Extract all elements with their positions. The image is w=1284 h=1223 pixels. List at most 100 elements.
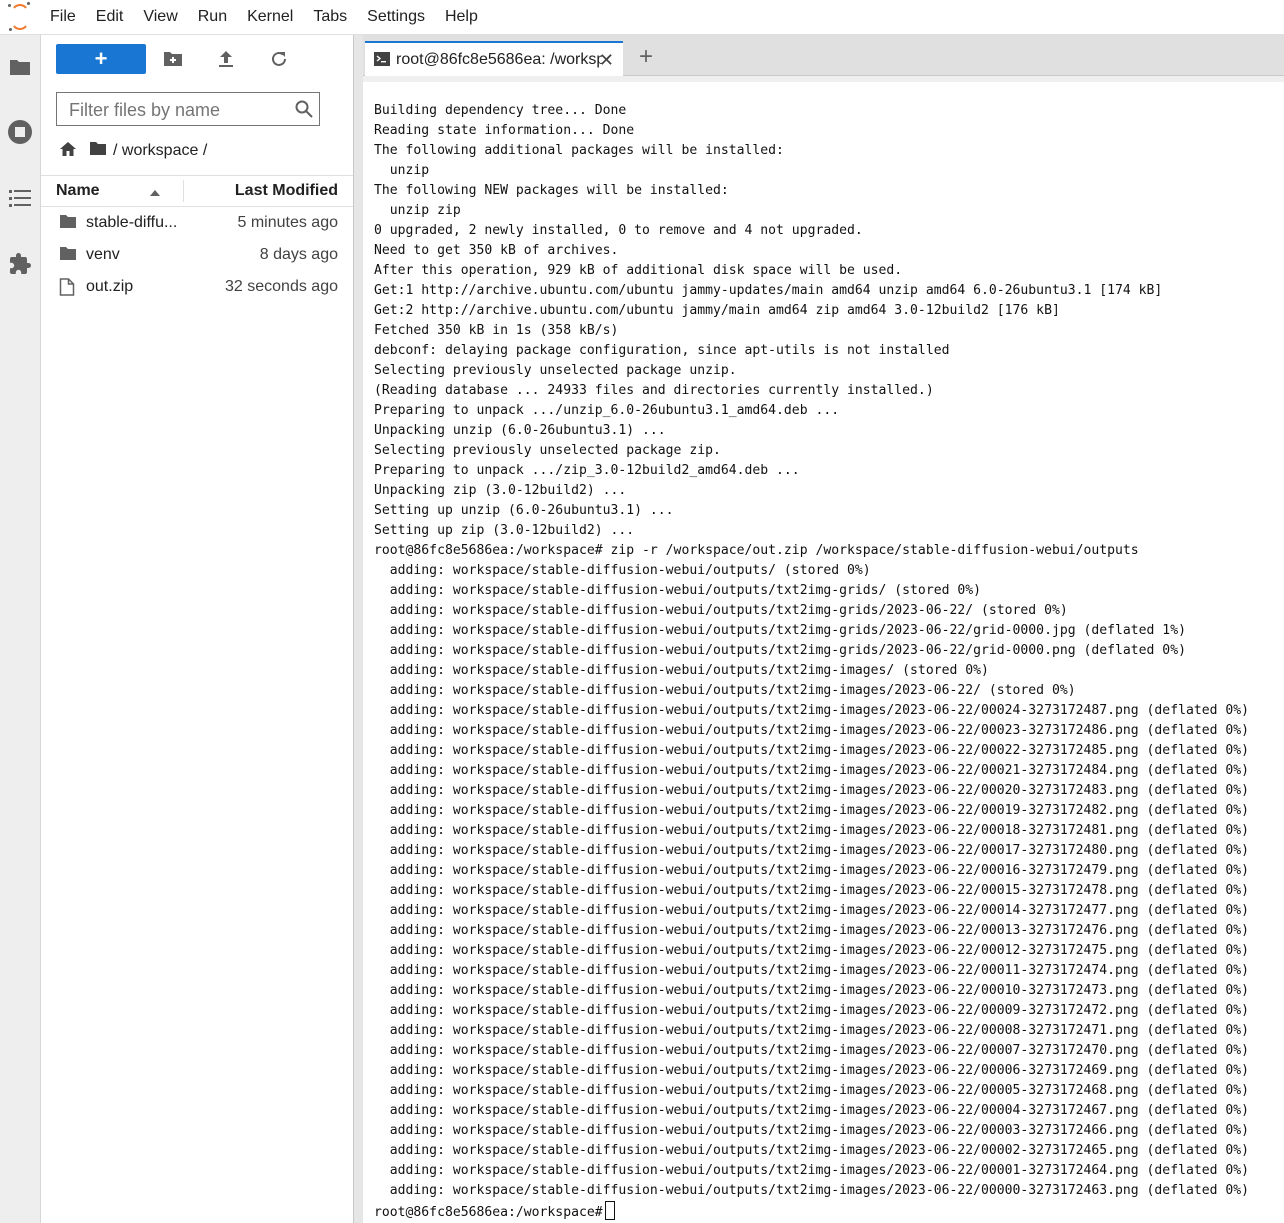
upload-icon[interactable] [214, 47, 238, 71]
terminal-line: Setting up unzip (6.0-26ubuntu3.1) ... [374, 503, 674, 518]
menu-help[interactable]: Help [435, 0, 488, 34]
file-modified: 8 days ago [259, 246, 338, 263]
new-launcher-button[interactable]: + [56, 44, 146, 74]
menubar: File Edit View Run Kernel Tabs Settings … [0, 0, 1284, 35]
extension-icon[interactable] [0, 244, 40, 284]
terminal-line: Building dependency tree... Done [374, 103, 627, 118]
terminal-output: Building dependency tree... Done Reading … [374, 101, 1284, 1221]
terminal-line: Unpacking zip (3.0-12build2) ... [374, 483, 627, 498]
terminal-line: Preparing to unpack .../unzip_6.0-26ubun… [374, 403, 840, 418]
terminal-line: Fetched 350 kB in 1s (358 kB/s) [374, 323, 619, 338]
terminal-line: adding: workspace/stable-diffusion-webui… [374, 1143, 1250, 1158]
terminal-line: adding: workspace/stable-diffusion-webui… [374, 563, 871, 578]
file-name: out.zip [86, 278, 134, 295]
terminal-line: adding: workspace/stable-diffusion-webui… [374, 843, 1250, 858]
activity-bar [0, 35, 41, 1223]
file-name: stable-diffu... [86, 214, 178, 231]
menu-kernel[interactable]: Kernel [237, 0, 303, 34]
terminal-line: adding: workspace/stable-diffusion-webui… [374, 1103, 1250, 1118]
close-icon[interactable]: ✕ [599, 50, 614, 71]
terminal-line: adding: workspace/stable-diffusion-webui… [374, 603, 1068, 618]
search-icon [295, 100, 313, 123]
terminal-line: adding: workspace/stable-diffusion-webui… [374, 583, 981, 598]
terminal-line: Selecting previously unselected package … [374, 443, 721, 458]
file-modified: 5 minutes ago [237, 214, 338, 231]
terminal-line: (Reading database ... 24933 files and di… [374, 383, 934, 398]
terminal-line: Get:2 http://archive.ubuntu.com/ubuntu j… [374, 303, 1060, 318]
terminal-line: adding: workspace/stable-diffusion-webui… [374, 623, 1186, 638]
terminal-line: After this operation, 929 kB of addition… [374, 263, 903, 278]
menu-run[interactable]: Run [188, 0, 237, 34]
file-row-venv[interactable]: venv 8 days ago [41, 239, 353, 271]
terminal-line: Reading state information... Done [374, 123, 635, 138]
new-folder-icon[interactable] [161, 47, 185, 71]
terminal-line: adding: workspace/stable-diffusion-webui… [374, 1003, 1250, 1018]
terminal-line: root@86fc8e5686ea:/workspace# zip -r /wo… [374, 543, 1139, 558]
terminal-line: The following NEW packages will be insta… [374, 183, 729, 198]
file-row-stable-diffusion[interactable]: stable-diffu... 5 minutes ago [41, 207, 353, 239]
refresh-icon[interactable] [267, 47, 291, 71]
menu-file[interactable]: File [40, 0, 86, 34]
terminal-line: The following additional packages will b… [374, 143, 784, 158]
menu-view[interactable]: View [133, 0, 187, 34]
terminal-line: 0 upgraded, 2 newly installed, 0 to remo… [374, 223, 863, 238]
tab-terminal[interactable]: root@86fc8e5686ea: /workspace ✕ [365, 41, 623, 76]
terminal-line: Selecting previously unselected package … [374, 363, 737, 378]
terminal-line: adding: workspace/stable-diffusion-webui… [374, 723, 1250, 738]
terminal-line: adding: workspace/stable-diffusion-webui… [374, 763, 1250, 778]
terminal-line: adding: workspace/stable-diffusion-webui… [374, 883, 1250, 898]
file-browser: + / workspace / Name Last Modified [41, 35, 353, 1223]
terminal-line: Preparing to unpack .../zip_3.0-12build2… [374, 463, 800, 478]
toc-icon[interactable] [0, 178, 40, 218]
terminal-line: adding: workspace/stable-diffusion-webui… [374, 1163, 1250, 1178]
terminal-prompt: root@86fc8e5686ea:/workspace# [374, 1201, 1284, 1221]
folder-icon[interactable] [0, 47, 40, 87]
terminal-line: adding: workspace/stable-diffusion-webui… [374, 803, 1250, 818]
file-modified: 32 seconds ago [225, 278, 338, 295]
terminal-line: adding: workspace/stable-diffusion-webui… [374, 963, 1250, 978]
running-icon[interactable] [0, 112, 40, 152]
folder-icon [59, 246, 77, 266]
terminal-line: adding: workspace/stable-diffusion-webui… [374, 683, 1076, 698]
terminal-line: adding: workspace/stable-diffusion-webui… [374, 663, 989, 678]
breadcrumb-folder-icon[interactable] [89, 141, 107, 161]
terminal-line: adding: workspace/stable-diffusion-webui… [374, 1063, 1250, 1078]
terminal-line: debconf: delaying package configuration,… [374, 343, 950, 358]
terminal-line: adding: workspace/stable-diffusion-webui… [374, 1043, 1250, 1058]
menu-tabs[interactable]: Tabs [303, 0, 357, 34]
file-browser-toolbar: + [41, 35, 353, 83]
terminal-line: adding: workspace/stable-diffusion-webui… [374, 1183, 1250, 1198]
file-icon [59, 278, 75, 301]
terminal-line: Setting up zip (3.0-12build2) ... [374, 523, 635, 538]
sort-ascending-icon [149, 184, 161, 202]
terminal-line: adding: workspace/stable-diffusion-webui… [374, 1083, 1250, 1098]
terminal-line: Get:1 http://archive.ubuntu.com/ubuntu j… [374, 283, 1163, 298]
menu-settings[interactable]: Settings [357, 0, 435, 34]
add-tab-button[interactable]: + [631, 42, 661, 72]
file-row-out-zip[interactable]: out.zip 32 seconds ago [41, 271, 353, 303]
terminal-line: unzip [374, 163, 430, 178]
tab-label: root@86fc8e5686ea: /workspace [396, 51, 602, 68]
file-list-header: Name Last Modified [41, 175, 353, 207]
terminal-line: adding: workspace/stable-diffusion-webui… [374, 703, 1250, 718]
terminal-line: unzip zip [374, 203, 461, 218]
menu-edit[interactable]: Edit [86, 0, 134, 34]
terminal-line: adding: workspace/stable-diffusion-webui… [374, 1023, 1250, 1038]
terminal-line: adding: workspace/stable-diffusion-webui… [374, 823, 1250, 838]
breadcrumb-path[interactable]: / workspace / [113, 142, 207, 160]
terminal-line: Need to get 350 kB of archives. [374, 243, 619, 258]
terminal[interactable]: Building dependency tree... Done Reading … [363, 76, 1284, 1223]
terminal-line: Unpacking unzip (6.0-26ubuntu3.1) ... [374, 423, 666, 438]
home-icon[interactable] [59, 141, 77, 162]
terminal-cursor [604, 1201, 615, 1220]
column-last-modified[interactable]: Last Modified [235, 182, 338, 200]
filter-files-field[interactable] [56, 92, 320, 126]
terminal-line: adding: workspace/stable-diffusion-webui… [374, 943, 1250, 958]
terminal-line: adding: workspace/stable-diffusion-webui… [374, 903, 1250, 918]
file-name: venv [86, 246, 120, 263]
terminal-line: adding: workspace/stable-diffusion-webui… [374, 1123, 1250, 1138]
filter-files-input[interactable] [67, 97, 291, 123]
terminal-line: adding: workspace/stable-diffusion-webui… [374, 923, 1250, 938]
breadcrumb: / workspace / [59, 139, 207, 163]
column-name[interactable]: Name [56, 182, 100, 200]
